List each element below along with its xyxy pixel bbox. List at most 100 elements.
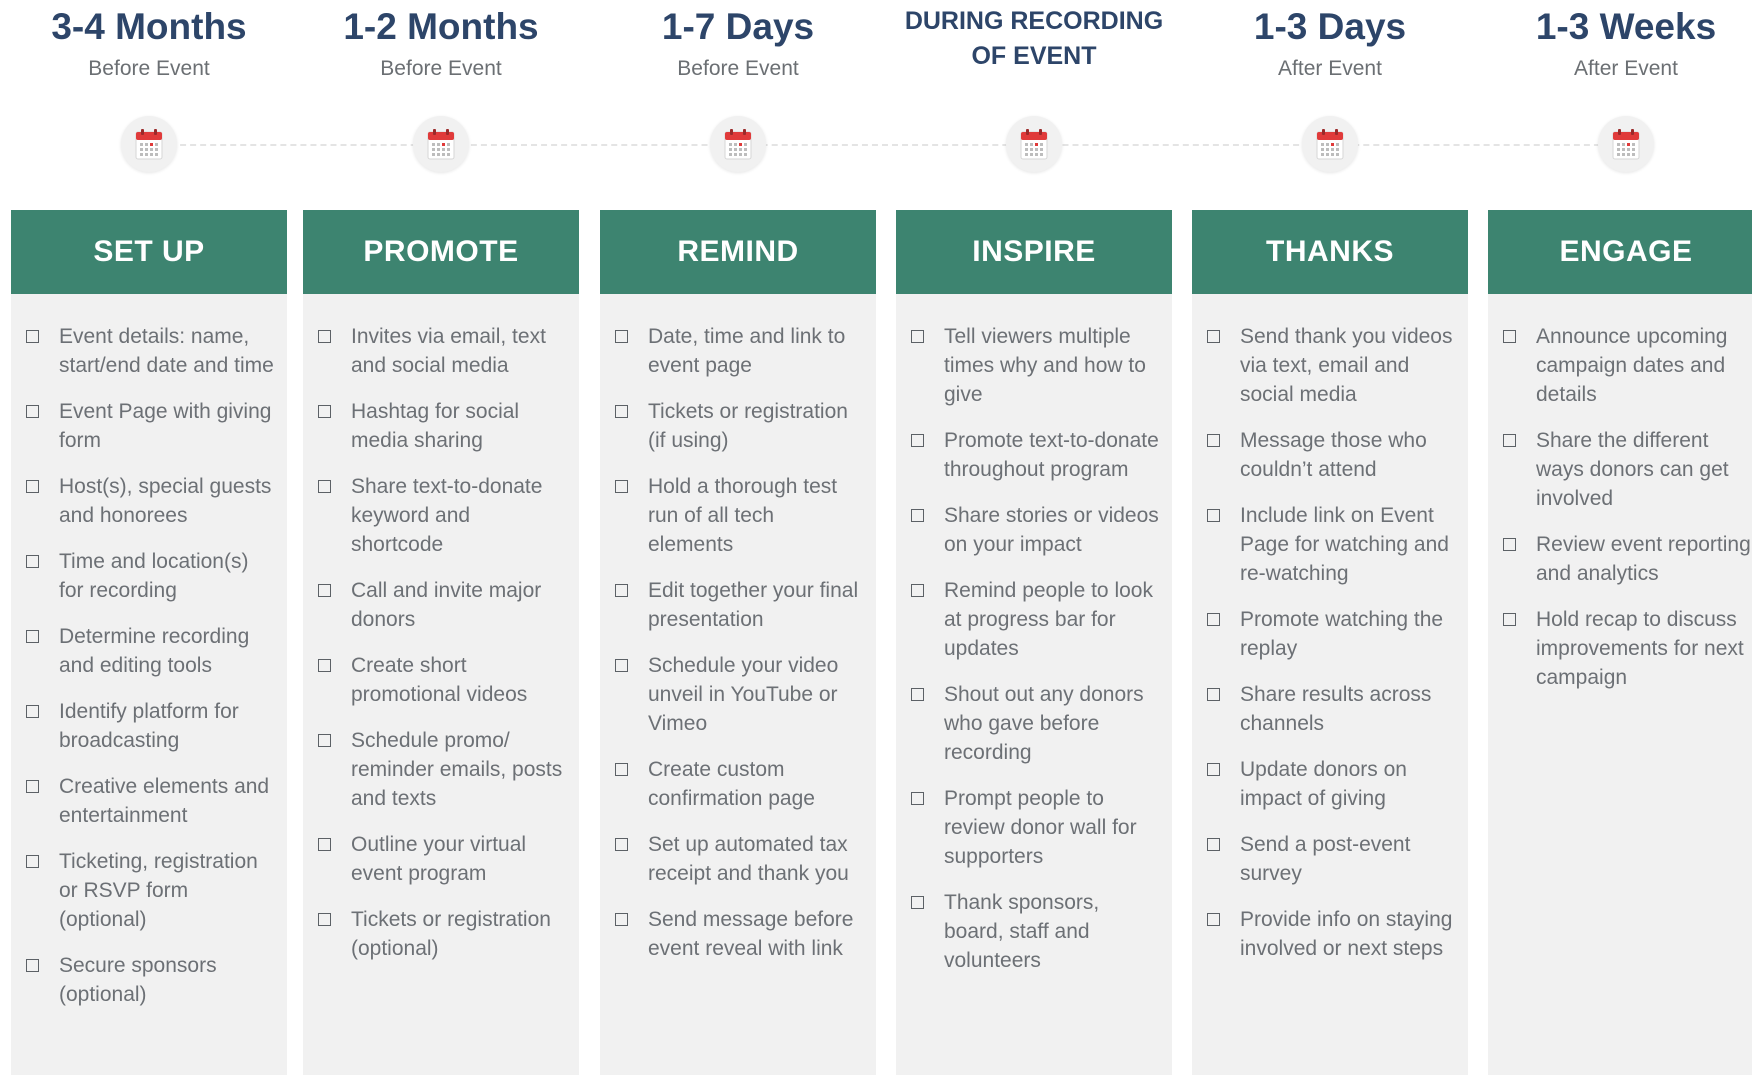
phase-header: SET UP	[11, 210, 287, 294]
checklist: Tell viewers multiple times why and how …	[896, 294, 1172, 975]
checklist-item: Review event reporting and analytics	[1503, 530, 1752, 588]
checkbox-icon	[1207, 613, 1220, 626]
checklist-item-text: Date, time and link to event page	[648, 325, 846, 377]
checklist-item-text: Host(s), special guests and honorees	[59, 475, 272, 527]
timeframe-subtitle: Before Event	[380, 57, 502, 80]
checklist-item-text: Include link on Event Page for watching …	[1240, 504, 1449, 585]
checklist-item-text: Thank sponsors, board, staff and volunte…	[944, 891, 1100, 972]
timeframe-title: 3-4 Months	[51, 6, 247, 47]
checkbox-icon	[26, 705, 39, 718]
checklist-item-text: Promote watching the replay	[1240, 608, 1444, 660]
checklist-item: Share stories or videos on your impact	[911, 501, 1160, 559]
checklist-item: Host(s), special guests and honorees	[26, 472, 275, 530]
checklist-item-text: Share text-to-donate keyword and shortco…	[351, 475, 543, 556]
checklist-item: Tell viewers multiple times why and how …	[911, 322, 1160, 409]
checkbox-icon	[26, 780, 39, 793]
checklist-item-text: Identify platform for broadcasting	[59, 700, 239, 752]
checklist-item-text: Tickets or registration (if using)	[648, 400, 848, 452]
checkbox-icon	[26, 630, 39, 643]
checkbox-icon	[615, 480, 628, 493]
checklist-item: Hashtag for social media sharing	[318, 397, 567, 455]
timeframe-subtitle: Before Event	[88, 57, 210, 80]
checklist-item-text: Share results across channels	[1240, 683, 1432, 735]
checkbox-icon	[1503, 538, 1516, 551]
checkbox-icon	[615, 659, 628, 672]
checklist-item-text: Send a post-event survey	[1240, 833, 1411, 885]
timeframe-title: 1-3 Weeks	[1535, 6, 1717, 47]
checkbox-icon	[615, 405, 628, 418]
checkbox-icon	[318, 838, 331, 851]
calendar-icon	[413, 116, 469, 172]
checklist-item: Date, time and link to event page	[615, 322, 864, 380]
checklist-item: Ticketing, registration or RSVP form (op…	[26, 847, 275, 934]
checklist-item: Call and invite major donors	[318, 576, 567, 634]
checklist-item-text: Determine recording and editing tools	[59, 625, 250, 677]
checklist-item-text: Announce upcoming campaign dates and det…	[1536, 325, 1728, 406]
checklist-item: Update donors on impact of giving	[1207, 755, 1456, 813]
calendar-icon	[1302, 116, 1358, 172]
checklist-item: Send a post-event survey	[1207, 830, 1456, 888]
phase-header: REMIND	[600, 210, 876, 294]
checklist-item: Edit together your final presentation	[615, 576, 864, 634]
checklist-item-text: Set up automated tax receipt and thank y…	[648, 833, 849, 885]
checklist-item: Promote watching the replay	[1207, 605, 1456, 663]
checklist-item-text: Create short promotional videos	[351, 654, 528, 706]
checklist-item: Message those who couldn’t attend	[1207, 426, 1456, 484]
phase-card: THANKS Send thank you videos via text, em…	[1192, 210, 1468, 1075]
checklist-item: Tickets or registration (optional)	[318, 905, 567, 963]
timeframe-title: 1-3 Days	[1253, 6, 1407, 47]
checklist-item: Promote text-to-donate throughout progra…	[911, 426, 1160, 484]
timeline-dashed-line	[150, 144, 1630, 146]
checklist-item-text: Schedule promo/ reminder emails, posts a…	[351, 729, 563, 810]
checklist-item-text: Event Page with giving form	[59, 400, 272, 452]
checklist-item: Event details: name, start/end date and …	[26, 322, 275, 380]
checklist-item: Create short promotional videos	[318, 651, 567, 709]
checkbox-icon	[1503, 330, 1516, 343]
phase-card: PROMOTE Invites via email, text and socia…	[303, 210, 579, 1075]
checkbox-icon	[26, 555, 39, 568]
checklist-item: Create custom confirmation page	[615, 755, 864, 813]
timeframe-title: 1-7 Days	[661, 6, 815, 47]
checklist-item-text: Creative elements and entertainment	[59, 775, 270, 827]
checkbox-icon	[318, 480, 331, 493]
checklist-item-text: Time and location(s) for recording	[59, 550, 249, 602]
timeframe-subtitle: Before Event	[677, 57, 799, 80]
checkbox-icon	[1503, 613, 1516, 626]
checklist-item: Prompt people to review donor wall for s…	[911, 784, 1160, 871]
checklist-item: Remind people to look at progress bar fo…	[911, 576, 1160, 663]
phase-header: THANKS	[1192, 210, 1468, 294]
checkbox-icon	[1207, 509, 1220, 522]
checklist-item-text: Secure sponsors (optional)	[59, 954, 217, 1006]
checklist: Invites via email, text and social media…	[303, 294, 579, 963]
checklist-item: Time and location(s) for recording	[26, 547, 275, 605]
checklist-item: Invites via email, text and social media	[318, 322, 567, 380]
checklist-item-text: Create custom confirmation page	[648, 758, 815, 810]
timeframe-heading: 1-3 Days After Event	[1192, 0, 1468, 82]
checklist-item-text: Review event reporting and analytics	[1536, 533, 1751, 585]
checklist-item: Set up automated tax receipt and thank y…	[615, 830, 864, 888]
calendar-icon	[710, 116, 766, 172]
calendar-icon	[121, 116, 177, 172]
checkbox-icon	[318, 405, 331, 418]
checkbox-icon	[318, 330, 331, 343]
timeframe-heading: 3-4 Months Before Event	[11, 0, 287, 82]
checkbox-icon	[911, 434, 924, 447]
checkbox-icon	[911, 509, 924, 522]
checkbox-icon	[911, 584, 924, 597]
phase-header: INSPIRE	[896, 210, 1172, 294]
timeframe-heading: DURING RECORDING OF EVENT	[896, 0, 1172, 74]
checkbox-icon	[1207, 330, 1220, 343]
checkbox-icon	[318, 913, 331, 926]
checklist: Event details: name, start/end date and …	[11, 294, 287, 1009]
checkbox-icon	[1207, 434, 1220, 447]
calendar-icon	[1598, 116, 1654, 172]
checkbox-icon	[26, 959, 39, 972]
checklist-item: Share the different ways donors can get …	[1503, 426, 1752, 513]
checklist-item: Provide info on staying involved or next…	[1207, 905, 1456, 963]
checklist: Send thank you videos via text, email an…	[1192, 294, 1468, 963]
checklist-item-text: Message those who couldn’t attend	[1240, 429, 1427, 481]
checklist-item-text: Hold recap to discuss improvements for n…	[1536, 608, 1744, 689]
checklist-item: Send message before event reveal with li…	[615, 905, 864, 963]
checkbox-icon	[318, 659, 331, 672]
timeframe-title: 1-2 Months	[343, 6, 539, 47]
